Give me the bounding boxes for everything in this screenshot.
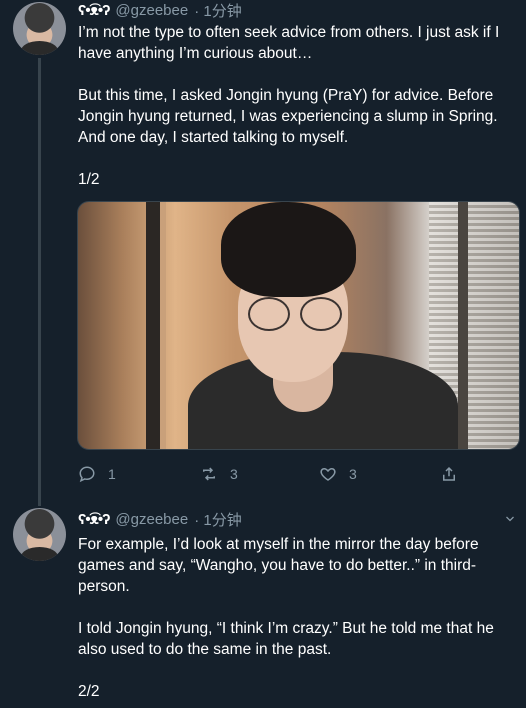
tweet-paragraph: For example, I’d look at myself in the m…	[78, 536, 479, 595]
tweet-actions: 1 3 3	[78, 465, 498, 489]
reply-button[interactable]: 1	[78, 465, 116, 483]
avatar[interactable]	[13, 2, 66, 55]
reply-icon	[79, 466, 95, 483]
tweet-header: ʕ•͡ᴥ•ʔ @gzeebee · 1分钟	[78, 509, 242, 529]
like-button[interactable]: 3	[319, 465, 357, 483]
timestamp[interactable]: · 1分钟	[194, 0, 242, 21]
tweet-photo[interactable]	[77, 201, 520, 450]
tweet-text: For example, I’d look at myself in the m…	[78, 534, 508, 702]
tweet-paragraph: 2/2	[78, 683, 100, 700]
tweet-1[interactable]: ʕ•͡ᴥ•ʔ @gzeebee · 1分钟 I’m not the type t…	[0, 0, 526, 506]
thread-line	[38, 58, 41, 506]
reply-count: 1	[108, 466, 116, 482]
user-handle[interactable]: @gzeebee	[115, 511, 188, 528]
tweet-paragraph: But this time, I asked Jongin hyung (Pra…	[78, 87, 498, 146]
tweet-header: ʕ•͡ᴥ•ʔ @gzeebee · 1分钟	[78, 0, 242, 20]
chevron-down-icon[interactable]	[504, 513, 516, 525]
tweet-paragraph: I’m not the type to often seek advice fr…	[78, 24, 500, 62]
retweet-button[interactable]: 3	[200, 465, 238, 483]
like-count: 3	[349, 466, 357, 482]
heart-icon	[320, 467, 336, 481]
tweet-paragraph: 1/2	[78, 171, 100, 188]
retweet-icon	[203, 467, 215, 481]
avatar[interactable]	[13, 508, 66, 561]
timestamp[interactable]: · 1分钟	[194, 509, 242, 530]
tweet-text: I’m not the type to often seek advice fr…	[78, 22, 508, 190]
tweet-paragraph: I told Jongin hyung, “I think I’m crazy.…	[78, 620, 494, 658]
retweet-count: 3	[230, 466, 238, 482]
share-icon	[443, 466, 455, 481]
tweet-2[interactable]: ʕ•͡ᴥ•ʔ @gzeebee · 1分钟 For example, I’d l…	[0, 505, 526, 708]
user-handle[interactable]: @gzeebee	[115, 2, 188, 19]
display-name-icon[interactable]: ʕ•͡ᴥ•ʔ	[78, 511, 110, 528]
share-button[interactable]	[440, 465, 458, 483]
display-name-icon[interactable]: ʕ•͡ᴥ•ʔ	[78, 2, 110, 19]
